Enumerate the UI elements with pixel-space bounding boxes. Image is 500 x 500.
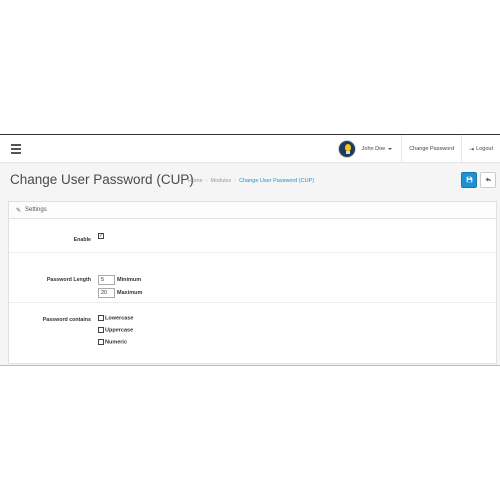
password-length-row: Password Length 5 Minimum 20 Maximum: [9, 254, 496, 303]
lowercase-label: Lowercase: [105, 315, 134, 322]
logout-link[interactable]: ⇥ Logout: [461, 135, 500, 163]
enable-checkbox[interactable]: ✓: [98, 233, 104, 239]
save-button[interactable]: [461, 172, 477, 188]
avatar: [337, 140, 356, 158]
hamburger-menu-icon[interactable]: [11, 144, 21, 154]
password-contains-row: Password contains Lowercase Uppercase Nu…: [9, 304, 496, 363]
breadcrumb-separator: ›: [205, 178, 208, 184]
lowercase-option[interactable]: Lowercase: [98, 315, 133, 321]
breadcrumb-modules[interactable]: Modules: [211, 178, 232, 184]
max-length-label: Maximum: [117, 290, 143, 296]
back-button[interactable]: [480, 172, 496, 188]
pencil-icon: ✎: [16, 207, 22, 214]
app-frame: John Doe Change Password ⇥ Logout Change…: [0, 134, 500, 366]
reply-icon: [485, 176, 492, 185]
breadcrumb-home[interactable]: Home: [188, 178, 203, 184]
numeric-label: Numeric: [105, 339, 128, 346]
max-length-input[interactable]: 20: [98, 288, 115, 298]
uppercase-label: Uppercase: [105, 327, 134, 334]
change-password-link[interactable]: Change Password: [401, 135, 461, 163]
panel-heading: ✎ Settings: [9, 202, 496, 219]
lightbulb-icon: [344, 144, 351, 151]
enable-row: Enable ✓: [9, 220, 496, 253]
min-length-label: Minimum: [117, 277, 142, 283]
uppercase-option[interactable]: Uppercase: [98, 327, 133, 333]
page-title: Change User Password (CUP): [10, 172, 194, 187]
breadcrumb: Home › Modules › Change User Password (CUP): [188, 178, 314, 184]
breadcrumb-current[interactable]: Change User Password (CUP): [239, 178, 314, 184]
lowercase-checkbox[interactable]: [98, 315, 104, 321]
user-menu[interactable]: John Doe: [337, 135, 402, 163]
settings-panel: ✎ Settings Enable ✓ Password Length 5 Mi…: [8, 201, 497, 364]
save-icon: [466, 176, 473, 185]
numeric-option[interactable]: Numeric: [98, 339, 127, 345]
user-name: John Doe: [361, 146, 386, 152]
page-header: Change User Password (CUP) Home › Modules ›…: [0, 164, 500, 198]
sign-out-icon: ⇥: [469, 146, 475, 153]
breadcrumb-separator: ›: [234, 178, 237, 184]
top-navbar: John Doe Change Password ⇥ Logout: [0, 135, 500, 163]
caret-down-icon: [388, 148, 393, 150]
password-length-label: Password Length: [46, 277, 91, 283]
navbar-right: John Doe Change Password ⇥ Logout: [337, 135, 500, 163]
enable-label: Enable: [73, 237, 91, 243]
panel-heading-label: Settings: [25, 207, 47, 213]
min-length-input[interactable]: 5: [98, 275, 115, 285]
logout-label: Logout: [476, 146, 493, 152]
uppercase-checkbox[interactable]: [98, 327, 104, 333]
numeric-checkbox[interactable]: [98, 339, 104, 345]
password-contains-label: Password contains: [42, 317, 91, 323]
